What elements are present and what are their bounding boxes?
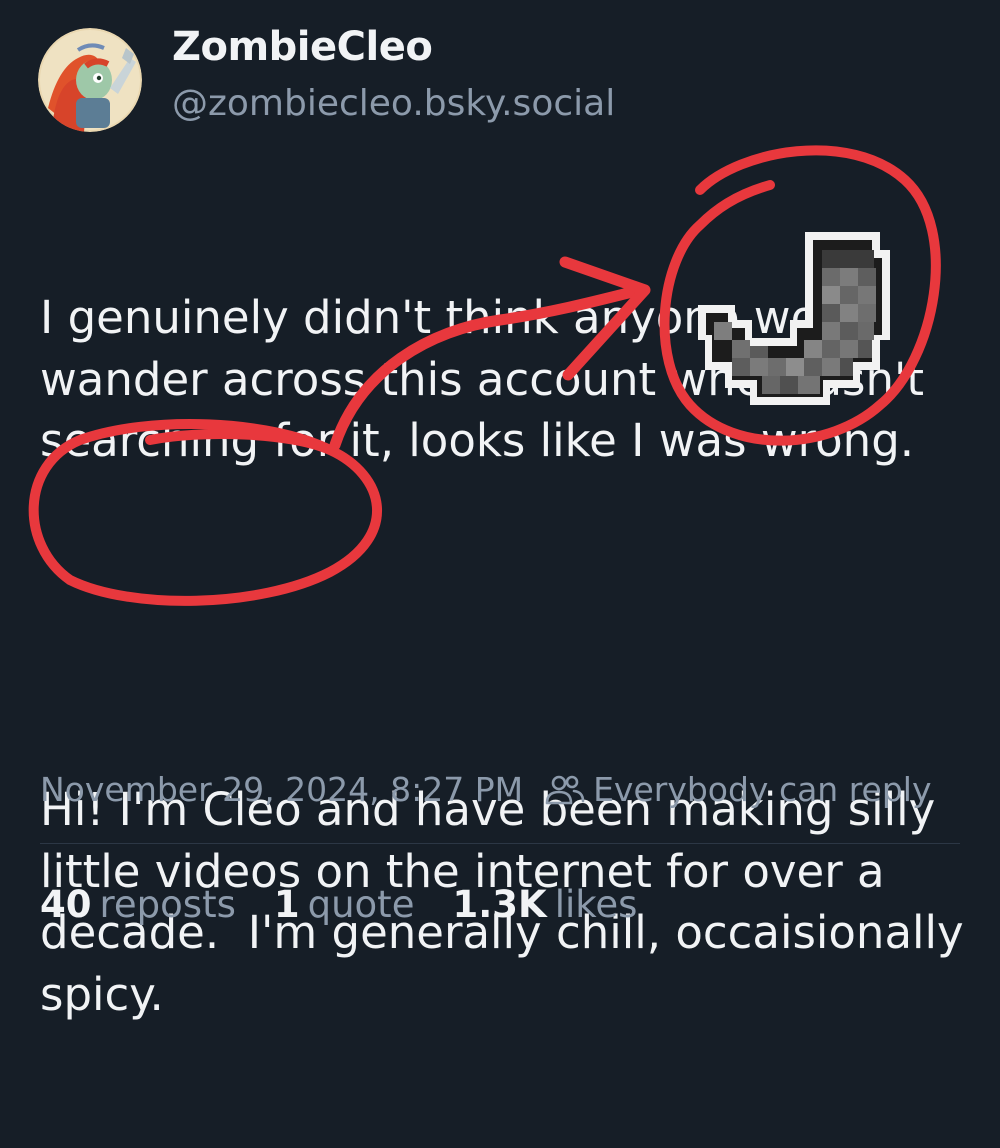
post-meta: November 29, 2024, 8:27 PM Everybody can…: [40, 770, 932, 809]
people-icon: [545, 775, 585, 804]
reposts-stat[interactable]: 40 reposts: [40, 883, 236, 926]
avatar-illustration: [38, 28, 142, 132]
author-avatar[interactable]: [38, 28, 142, 132]
author-display-name[interactable]: ZombieCleo: [172, 24, 433, 70]
post-body: I genuinely didn't think anyone would wa…: [40, 164, 970, 1148]
quotes-label: quote: [307, 883, 415, 926]
reply-setting[interactable]: Everybody can reply: [593, 770, 931, 809]
likes-label: likes: [554, 883, 638, 926]
engagement-stats: 40 reposts 1 quote 1.3K likes: [40, 883, 675, 926]
likes-count: 1.3K: [452, 883, 547, 926]
divider: [40, 843, 960, 844]
reposts-label: reposts: [99, 883, 236, 926]
author-handle[interactable]: @zombiecleo.bsky.social: [172, 83, 615, 124]
quotes-count: 1: [273, 883, 300, 926]
reposts-count: 40: [40, 883, 92, 926]
post-thread-view: ZombieCleo @zombiecleo.bsky.social I gen…: [0, 0, 1000, 1021]
quotes-stat[interactable]: 1 quote: [274, 883, 415, 926]
likes-stat[interactable]: 1.3K likes: [452, 883, 637, 926]
post-timestamp: November 29, 2024, 8:27 PM: [40, 770, 524, 809]
post-paragraph-1: I genuinely didn't think anyone would wa…: [40, 291, 939, 467]
